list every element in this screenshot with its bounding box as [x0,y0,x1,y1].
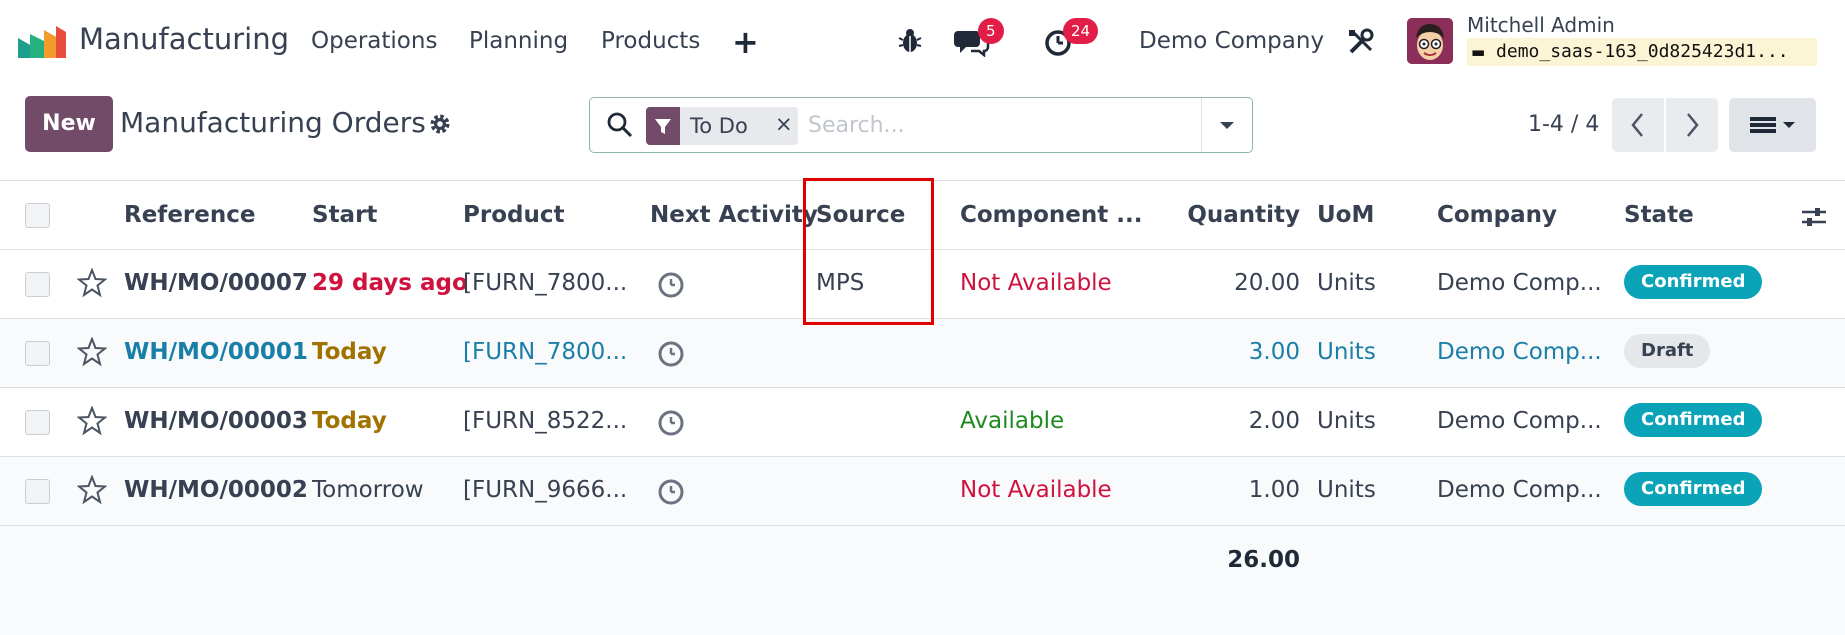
status-badge: Confirmed [1624,265,1763,299]
control-panel: New Manufacturing Orders To Do × 1-4 / 4 [0,82,1845,181]
col-reference[interactable]: Reference [124,202,255,228]
select-all-checkbox[interactable] [25,203,50,228]
cell-quantity: 1.00 [1248,477,1300,503]
database-label: demo_saas-163_0d825423d1... [1496,41,1789,62]
cell-product: [FURN_8522... [463,408,628,434]
cell-quantity: 2.00 [1248,408,1300,434]
view-switcher-button[interactable] [1729,98,1816,152]
cell-uom: Units [1317,408,1376,434]
star-icon[interactable] [77,337,107,367]
table-row[interactable]: WH/MO/00001 Today [FURN_7800... 3.00 Uni… [0,319,1845,388]
cell-product: [FURN_7800... [463,339,628,365]
cell-reference: WH/MO/00002 [124,477,308,503]
col-company[interactable]: Company [1437,202,1557,228]
cell-product: [FURN_7800... [463,270,628,296]
menu-planning[interactable]: Planning [469,28,568,54]
company-switcher[interactable]: Demo Company [1139,28,1324,54]
messages-badge: 5 [978,18,1004,44]
page-title: Manufacturing Orders [120,106,426,139]
cell-quantity: 3.00 [1248,339,1300,365]
chevron-right-icon [1687,113,1699,137]
cell-reference: WH/MO/00007 [124,270,308,296]
star-icon[interactable] [77,406,107,436]
pager-previous-button[interactable] [1612,98,1664,152]
star-icon[interactable] [77,475,107,505]
search-bar: To Do × [589,97,1253,153]
menu-products[interactable]: Products [601,28,700,54]
user-avatar[interactable] [1407,18,1453,64]
plus-icon[interactable]: + [732,23,759,61]
activity-clock-icon[interactable] [657,340,685,368]
status-badge: Confirmed [1624,472,1763,506]
cell-uom: Units [1317,477,1376,503]
cell-start: Tomorrow [312,477,424,503]
cell-uom: Units [1317,339,1376,365]
search-input[interactable] [808,109,1178,141]
col-next-activity[interactable]: Next Activity [650,202,818,228]
status-badge: Draft [1624,334,1711,368]
pager-next-button[interactable] [1666,98,1718,152]
tools-icon[interactable] [1347,28,1375,56]
chevron-left-icon [1631,113,1643,137]
activities-badge: 24 [1063,18,1099,44]
search-icon[interactable] [606,111,634,139]
cell-start: Today [312,408,387,434]
col-uom[interactable]: UoM [1317,202,1374,228]
gear-icon[interactable] [428,112,452,136]
star-icon[interactable] [77,268,107,298]
filter-facet: To Do × [646,107,798,145]
cell-start: 29 days ago [312,270,468,296]
cell-component-status: Not Available [960,270,1112,296]
menu-operations[interactable]: Operations [311,28,437,54]
cell-company: Demo Comp... [1437,339,1602,365]
cell-component-status: Not Available [960,477,1112,503]
cell-company: Demo Comp... [1437,270,1602,296]
cell-company: Demo Comp... [1437,408,1602,434]
facet-label: To Do [690,114,748,138]
table-row[interactable]: WH/MO/00002 Tomorrow [FURN_9666... Not A… [0,457,1845,526]
col-product[interactable]: Product [463,202,564,228]
app-name[interactable]: Manufacturing [79,22,289,56]
activity-clock-icon[interactable] [657,478,685,506]
col-start[interactable]: Start [312,202,377,228]
facet-remove-icon[interactable]: × [775,112,793,136]
bug-icon[interactable] [897,28,923,54]
cell-quantity: 20.00 [1234,270,1300,296]
manufacturing-app-icon[interactable] [18,24,66,58]
cell-company: Demo Comp... [1437,477,1602,503]
filter-icon [646,107,680,145]
user-name[interactable]: Mitchell Admin [1467,13,1615,37]
cell-product: [FURN_9666... [463,477,628,503]
new-button[interactable]: New [25,96,113,152]
database-icon: ▬ [1471,43,1486,61]
quantity-total: 26.00 [1227,547,1300,573]
col-state[interactable]: State [1624,202,1694,228]
cell-reference: WH/MO/00001 [124,339,308,365]
cell-start: Today [312,339,387,365]
activity-clock-icon[interactable] [657,271,685,299]
col-component-status[interactable]: Component ... [960,202,1142,228]
cell-uom: Units [1317,270,1376,296]
caret-down-icon [1220,122,1234,129]
row-checkbox[interactable] [25,272,50,297]
pager-value[interactable]: 1-4 / 4 [1528,112,1599,137]
table-row[interactable]: WH/MO/00003 Today [FURN_8522... Availabl… [0,388,1845,457]
cell-reference: WH/MO/00003 [124,408,308,434]
col-quantity[interactable]: Quantity [1150,202,1300,228]
row-checkbox[interactable] [25,479,50,504]
top-navbar: Manufacturing Operations Planning Produc… [0,0,1845,82]
source-column-highlight [803,178,934,325]
database-name: ▬ demo_saas-163_0d825423d1... [1467,38,1817,66]
status-badge: Confirmed [1624,403,1763,437]
cell-component-status: Available [960,408,1065,434]
optional-columns-icon[interactable] [1800,204,1828,230]
row-checkbox[interactable] [25,341,50,366]
search-options-toggle[interactable] [1201,98,1252,152]
row-checkbox[interactable] [25,410,50,435]
activity-clock-icon[interactable] [657,409,685,437]
list-view-icon [1750,117,1795,133]
